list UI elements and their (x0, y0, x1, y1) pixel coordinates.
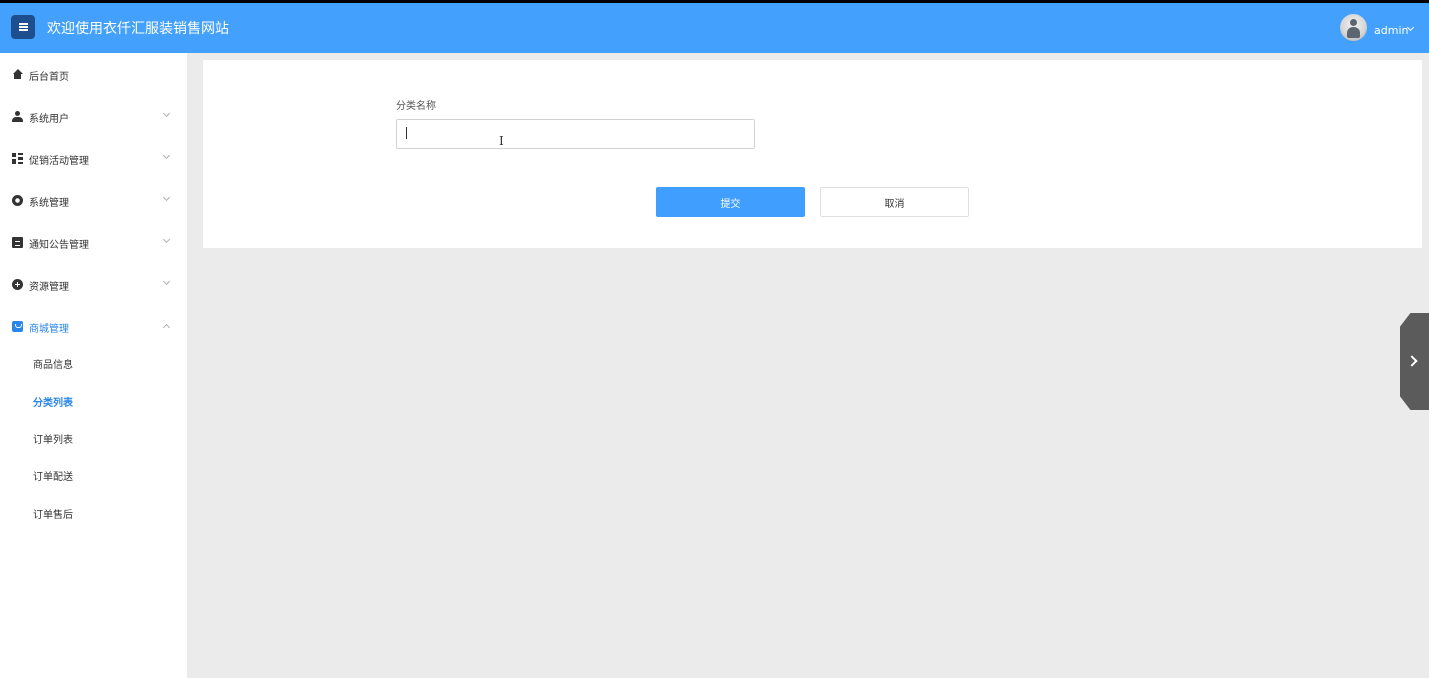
sidebar-item-label: 通知公告管理 (29, 240, 89, 251)
plus-circle-icon (12, 279, 23, 290)
home-icon (12, 69, 23, 80)
sidebar-item-mall-management[interactable]: 商城管理 (0, 306, 187, 346)
cancel-button[interactable]: 取消 (820, 187, 969, 217)
sidebar-item-resources[interactable]: 资源管理 (0, 264, 187, 304)
sidebar-item-system-management[interactable]: 系统管理 (0, 180, 187, 220)
side-panel-toggle[interactable] (1400, 313, 1429, 410)
submit-button[interactable]: 提交 (656, 187, 805, 217)
sidebar-subitem-label: 订单售后 (33, 510, 73, 521)
chevron-down-icon (162, 193, 171, 202)
sidebar-subitem-product-info[interactable]: 商品信息 (0, 348, 187, 380)
sidebar-item-label: 资源管理 (29, 282, 69, 293)
sidebar-item-label: 系统用户 (29, 114, 69, 125)
chevron-down-icon (162, 277, 171, 286)
shop-icon (12, 321, 23, 332)
sidebar-item-system-users[interactable]: 系统用户 (0, 96, 187, 136)
sidebar-subitem-order-delivery[interactable]: 订单配送 (0, 460, 187, 492)
chevron-down-icon (162, 151, 171, 160)
chevron-down-icon (162, 235, 171, 244)
ibeam-cursor-icon: I (499, 134, 504, 148)
sidebar-subitem-after-sales[interactable]: 订单售后 (0, 498, 187, 530)
sidebar-item-notices[interactable]: 通知公告管理 (0, 222, 187, 262)
gear-icon (12, 195, 23, 206)
category-name-input[interactable] (396, 119, 755, 149)
sidebar-item-home[interactable]: 后台首页 (0, 54, 187, 94)
sidebar-subitem-label: 订单配送 (33, 472, 73, 483)
sidebar-item-label: 商城管理 (29, 324, 69, 335)
sidebar-item-promotions[interactable]: 促销活动管理 (0, 138, 187, 178)
sidebar-subitem-order-list[interactable]: 订单列表 (0, 423, 187, 455)
document-icon (12, 237, 23, 248)
chevron-up-icon (162, 323, 171, 332)
user-icon (12, 111, 23, 122)
sidebar-item-label: 促销活动管理 (29, 156, 89, 167)
sidebar-subitem-label: 分类列表 (33, 398, 73, 409)
chevron-down-icon (162, 109, 171, 118)
category-form-panel: 分类名称 I 提交 取消 (203, 60, 1422, 248)
chevron-right-icon (1406, 355, 1418, 367)
sidebar-subitem-category-list[interactable]: 分类列表 (0, 386, 187, 418)
sidebar-subitem-label: 商品信息 (33, 360, 73, 371)
sidebar: 后台首页 系统用户 促销活动管理 系统管理 通知公告管理 资源管理 商城管理 商… (0, 53, 187, 678)
sidebar-item-label: 系统管理 (29, 198, 69, 209)
site-title: 欢迎使用衣仟汇服装销售网站 (47, 21, 229, 37)
sidebar-item-label: 后台首页 (29, 72, 69, 83)
category-name-label: 分类名称 (396, 101, 436, 112)
sidebar-subitem-label: 订单列表 (33, 435, 73, 446)
top-header: 欢迎使用衣仟汇服装销售网站 admin (0, 3, 1429, 53)
user-menu-name[interactable]: admin (1374, 24, 1408, 37)
avatar[interactable] (1340, 14, 1367, 41)
dashboard-icon (12, 153, 23, 164)
hamburger-icon[interactable] (11, 15, 35, 39)
text-caret (406, 127, 407, 139)
